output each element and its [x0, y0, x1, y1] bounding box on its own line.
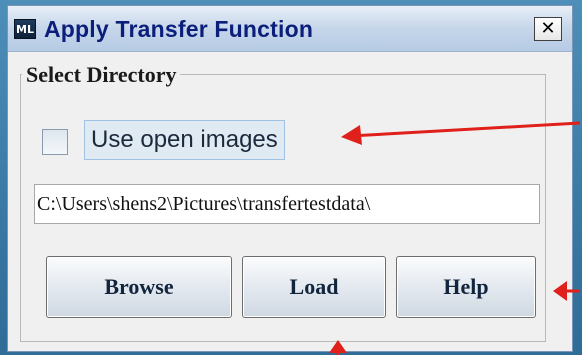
use-open-images-label[interactable]: Use open images	[84, 120, 285, 160]
close-button[interactable]: ✕	[534, 17, 562, 41]
help-button[interactable]: Help	[396, 256, 536, 318]
load-button[interactable]: Load	[242, 256, 386, 318]
use-open-images-checkbox[interactable]	[42, 129, 68, 155]
close-icon: ✕	[540, 18, 556, 39]
dialog-window: ML Apply Transfer Function ✕ Select Dire…	[7, 5, 573, 352]
app-icon: ML	[14, 19, 36, 39]
directory-path-field[interactable]: C:\Users\shens2\Pictures\transfertestdat…	[34, 184, 540, 224]
browse-button[interactable]: Browse	[46, 256, 232, 318]
window-title: Apply Transfer Function	[44, 16, 314, 42]
dialog-content: Select Directory Use open images C:\User…	[8, 52, 572, 351]
screenshot-background: ML Apply Transfer Function ✕ Select Dire…	[0, 0, 582, 355]
title-bar[interactable]: ML Apply Transfer Function ✕	[8, 6, 572, 52]
select-directory-legend: Select Directory	[22, 62, 181, 88]
